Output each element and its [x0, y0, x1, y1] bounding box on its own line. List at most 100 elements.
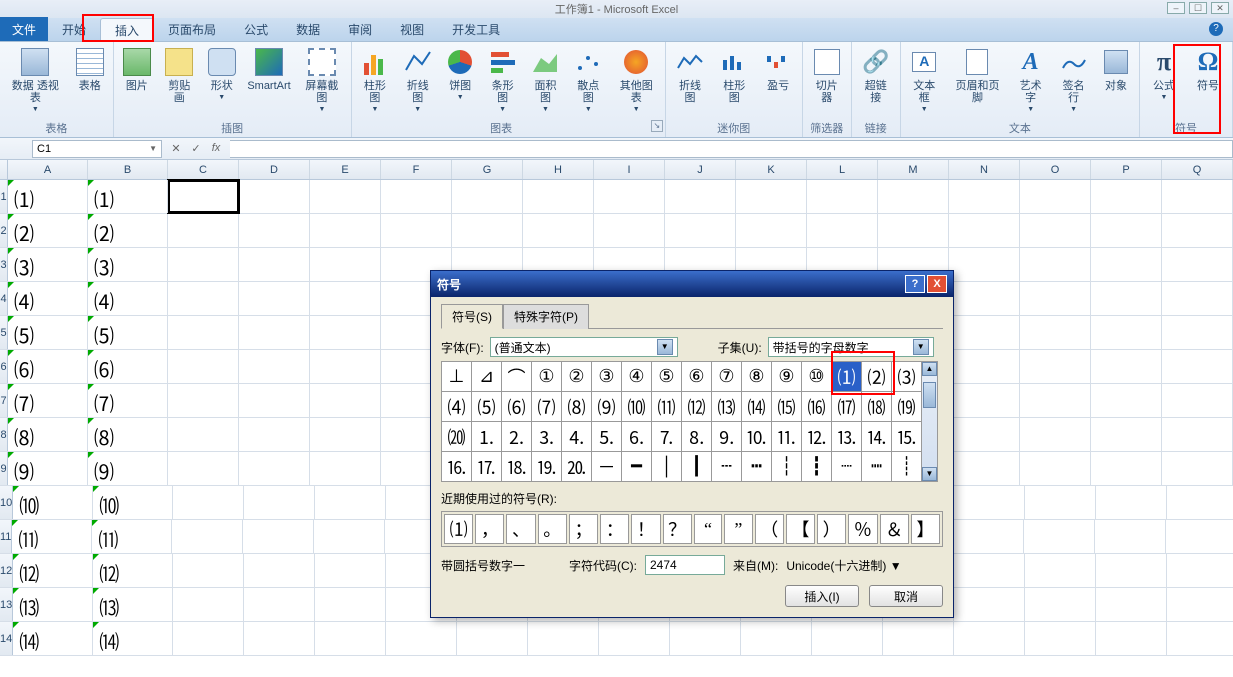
symbol-cell[interactable]: ④ [622, 362, 652, 392]
symbol-cell[interactable]: ⒒ [772, 422, 802, 452]
dialog-help-button[interactable]: ? [905, 275, 925, 293]
name-box-dropdown-icon[interactable]: ▼ [149, 144, 157, 153]
cell-Q5[interactable] [1162, 316, 1233, 349]
scroll-down-icon[interactable]: ▼ [922, 467, 937, 481]
cell-A11[interactable]: ⑾ [12, 520, 92, 553]
cell-O10[interactable] [1025, 486, 1096, 519]
symbol-cell[interactable]: ⑸ [472, 392, 502, 422]
maximize-button[interactable]: ☐ [1189, 2, 1207, 14]
cell-N3[interactable] [949, 248, 1020, 281]
recent-symbol-cell[interactable]: （ [755, 514, 784, 544]
cell-P3[interactable] [1091, 248, 1162, 281]
tab-formulas[interactable]: 公式 [230, 18, 282, 41]
cell-N1[interactable] [949, 180, 1020, 213]
cell-C12[interactable] [173, 554, 244, 587]
symbol-cell[interactable]: ⒉ [502, 422, 532, 452]
picture-button[interactable]: 图片 [120, 44, 154, 94]
cell-B8[interactable]: ⑻ [88, 418, 168, 451]
cell-Q9[interactable] [1162, 452, 1233, 485]
cell-B3[interactable]: ⑶ [88, 248, 168, 281]
cell-D9[interactable] [239, 452, 310, 485]
symbol-cell[interactable]: ⒖ [892, 422, 922, 452]
scroll-thumb[interactable] [923, 382, 936, 408]
cell-B9[interactable]: ⑼ [88, 452, 168, 485]
cell-A13[interactable]: ⒀ [13, 588, 93, 621]
cell-P2[interactable] [1091, 214, 1162, 247]
dialog-tab-special[interactable]: 特殊字符(P) [503, 304, 589, 329]
cell-N7[interactable] [949, 384, 1020, 417]
col-header-Q[interactable]: Q [1162, 160, 1233, 179]
row-header-13[interactable]: 13 [0, 588, 13, 621]
cell-O8[interactable] [1020, 418, 1091, 451]
symbol-cell[interactable]: ⊿ [472, 362, 502, 392]
cell-C4[interactable] [168, 282, 239, 315]
cell-P10[interactable] [1096, 486, 1167, 519]
cell-D6[interactable] [239, 350, 310, 383]
cell-J2[interactable] [665, 214, 736, 247]
cell-E10[interactable] [315, 486, 386, 519]
row-header-14[interactable]: 14 [0, 622, 13, 655]
cell-C8[interactable] [168, 418, 239, 451]
symbol-cell[interactable]: ⒎ [652, 422, 682, 452]
scroll-track[interactable] [922, 376, 937, 467]
cell-L2[interactable] [807, 214, 878, 247]
cell-Q2[interactable] [1162, 214, 1233, 247]
cell-P8[interactable] [1091, 418, 1162, 451]
symbol-cell[interactable]: ① [532, 362, 562, 392]
cell-D5[interactable] [239, 316, 310, 349]
cell-C9[interactable] [168, 452, 239, 485]
row-header-9[interactable]: 9 [0, 452, 8, 485]
pivot-button[interactable]: 数据 透视表▼ [6, 44, 65, 115]
cell-A1[interactable]: ⑴ [8, 180, 88, 213]
symbol-cell[interactable]: ③ [592, 362, 622, 392]
cell-M2[interactable] [878, 214, 949, 247]
symbol-cell[interactable]: ⒋ [562, 422, 592, 452]
scroll-up-icon[interactable]: ▲ [922, 362, 937, 376]
symbol-cell[interactable]: ┊ [892, 452, 922, 482]
cell-F1[interactable] [381, 180, 452, 213]
cell-H2[interactable] [523, 214, 594, 247]
row-header-7[interactable]: 7 [0, 384, 8, 417]
cell-Q12[interactable] [1167, 554, 1233, 587]
cell-N4[interactable] [949, 282, 1020, 315]
cell-O2[interactable] [1020, 214, 1091, 247]
cell-E5[interactable] [310, 316, 381, 349]
row-header-3[interactable]: 3 [0, 248, 8, 281]
close-button[interactable]: ✕ [1211, 2, 1229, 14]
col-header-M[interactable]: M [878, 160, 949, 179]
recent-symbol-cell[interactable]: ⑴ [444, 514, 473, 544]
cell-P4[interactable] [1091, 282, 1162, 315]
formula-input[interactable] [230, 140, 1233, 158]
recent-symbol-cell[interactable]: ？ [663, 514, 692, 544]
font-combo[interactable]: (普通文本) ▼ [490, 337, 678, 357]
cell-A8[interactable]: ⑻ [8, 418, 88, 451]
symbol-cell[interactable]: ┇ [802, 452, 832, 482]
cell-B7[interactable]: ⑺ [88, 384, 168, 417]
cell-Q1[interactable] [1162, 180, 1233, 213]
symbol-cell[interactable]: ─ [592, 452, 622, 482]
symbol-cell[interactable]: ⒃ [802, 392, 832, 422]
bar-chart-button[interactable]: 条形图▼ [485, 44, 520, 115]
recent-symbol-cell[interactable]: ） [817, 514, 846, 544]
symbol-cell[interactable]: ⒗ [442, 452, 472, 482]
cell-C6[interactable] [168, 350, 239, 383]
cell-O13[interactable] [1025, 588, 1096, 621]
shapes-button[interactable]: 形状▼ [205, 44, 239, 103]
cell-D7[interactable] [239, 384, 310, 417]
sparkwl-button[interactable]: 盈亏 [760, 44, 795, 94]
symbol-cell[interactable]: ⑤ [652, 362, 682, 392]
recent-symbol-cell[interactable]: “ [694, 514, 722, 544]
cell-C2[interactable] [168, 214, 239, 247]
cell-D3[interactable] [239, 248, 310, 281]
cell-D14[interactable] [244, 622, 315, 655]
symbol-cell[interactable]: ⒙ [502, 452, 532, 482]
symbol-cell[interactable]: ⑾ [652, 392, 682, 422]
cell-C1[interactable] [168, 180, 239, 213]
cell-B11[interactable]: ⑾ [92, 520, 172, 553]
cell-Q10[interactable] [1167, 486, 1233, 519]
line-chart-button[interactable]: 折线图▼ [400, 44, 435, 115]
symbol-cell[interactable]: ┃ [682, 452, 712, 482]
cell-D11[interactable] [243, 520, 314, 553]
col-header-D[interactable]: D [239, 160, 310, 179]
cell-O7[interactable] [1020, 384, 1091, 417]
